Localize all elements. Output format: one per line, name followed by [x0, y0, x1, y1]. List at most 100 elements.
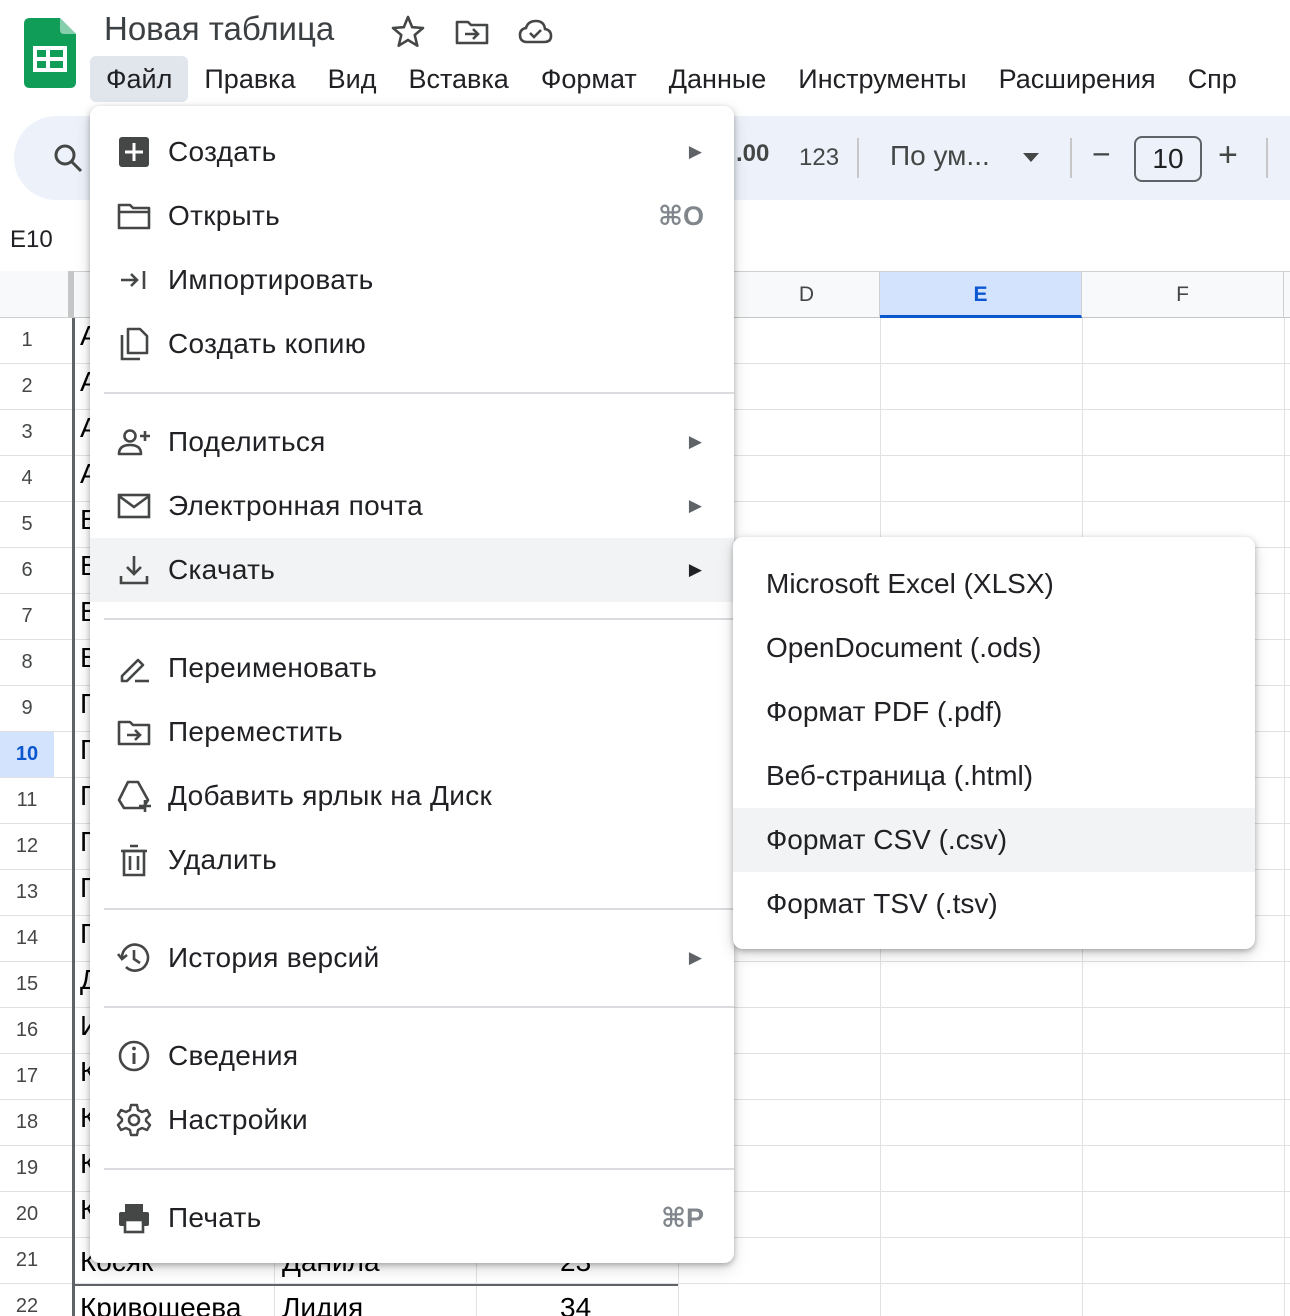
row-header[interactable]: 15	[0, 962, 54, 1007]
dropdown-arrow-icon[interactable]	[1021, 152, 1041, 164]
menu-view[interactable]: Вид	[312, 56, 393, 102]
rename-icon	[120, 658, 149, 683]
row-header-divider	[72, 318, 75, 1316]
row-header[interactable]: 8	[0, 640, 54, 685]
new-sheet-icon	[119, 137, 149, 167]
column-header-d[interactable]: D	[734, 272, 880, 318]
cell-c22[interactable]: 34	[560, 1292, 670, 1316]
menu-edit[interactable]: Правка	[188, 56, 311, 102]
menu-item-add-drive-shortcut[interactable]: Добавить ярлык на Диск	[90, 764, 734, 828]
row-header[interactable]: 9	[0, 686, 54, 731]
menu-item-settings[interactable]: Настройки	[90, 1088, 734, 1152]
row-header[interactable]: 6	[0, 548, 54, 593]
document-title[interactable]: Новая таблица	[104, 10, 334, 48]
row-header[interactable]: 19	[0, 1146, 54, 1191]
row-header[interactable]: 16	[0, 1008, 54, 1053]
menu-format[interactable]: Формат	[525, 56, 653, 102]
increase-decimal-button[interactable]: .00	[736, 140, 769, 168]
row-header[interactable]: 17	[0, 1054, 54, 1099]
submenu-arrow-icon: ▶	[688, 432, 702, 451]
row-header[interactable]: 7	[0, 594, 54, 639]
row-header[interactable]: 21	[0, 1238, 54, 1283]
info-icon	[118, 1040, 150, 1072]
font-selector[interactable]: По ум...	[890, 140, 990, 172]
decimal-label: .00	[736, 140, 770, 167]
history-icon	[116, 943, 150, 972]
font-size-input[interactable]: 10	[1134, 136, 1202, 182]
menu-insert[interactable]: Вставка	[392, 56, 524, 102]
download-html[interactable]: Веб-страница (.html)	[733, 744, 1255, 808]
menu-item-new[interactable]: Создать ▶	[90, 120, 734, 184]
download-tsv[interactable]: Формат TSV (.tsv)	[733, 872, 1255, 936]
menu-item-move[interactable]: Переместить	[90, 700, 734, 764]
row-header[interactable]: 13	[0, 870, 54, 915]
move-folder-icon[interactable]	[454, 14, 490, 50]
select-all-corner[interactable]	[0, 271, 74, 318]
submenu-arrow-icon: ▶	[688, 496, 702, 515]
number-format-button[interactable]: 123	[799, 144, 839, 172]
menu-item-download[interactable]: Скачать ▶	[90, 538, 734, 602]
copy-icon	[120, 327, 149, 361]
menu-data[interactable]: Данные	[653, 56, 783, 102]
cell-b22[interactable]: Лидия	[282, 1292, 472, 1316]
row-header[interactable]: 11	[0, 778, 54, 823]
share-person-icon	[117, 429, 150, 456]
column-header-f[interactable]: F	[1082, 272, 1284, 318]
menu-separator	[104, 392, 734, 394]
menu-item-share[interactable]: Поделиться ▶	[90, 410, 734, 474]
settings-gear-icon	[116, 1103, 152, 1137]
menu-item-details[interactable]: Сведения	[90, 1024, 734, 1088]
menu-item-import[interactable]: Импортировать	[90, 248, 734, 312]
menu-file[interactable]: Файл	[90, 56, 189, 102]
menu-item-version-history[interactable]: История версий ▶	[90, 926, 734, 990]
download-ods[interactable]: OpenDocument (.ods)	[733, 616, 1255, 680]
decrease-font-size-button[interactable]: −	[1092, 136, 1111, 173]
sheets-logo-icon[interactable]	[24, 18, 76, 88]
row-header[interactable]: 3	[0, 410, 54, 455]
search-icon[interactable]	[52, 142, 84, 174]
download-icon	[119, 556, 149, 585]
row-header[interactable]: 5	[0, 502, 54, 547]
row-header[interactable]: 4	[0, 456, 54, 501]
row-header[interactable]: 2	[0, 364, 54, 409]
menu-item-rename[interactable]: Переименовать	[90, 636, 734, 700]
row-header[interactable]: 1	[0, 318, 54, 363]
email-icon	[117, 493, 151, 519]
row-header[interactable]: 12	[0, 824, 54, 869]
download-csv[interactable]: Формат CSV (.csv)	[733, 808, 1255, 872]
row-header[interactable]: 18	[0, 1100, 54, 1145]
menu-bar: Файл Правка Вид Вставка Формат Данные Инструме…	[90, 56, 1253, 102]
submenu-arrow-icon: ▶	[688, 560, 702, 579]
shortcut-print: ⌘P	[660, 1203, 704, 1233]
menu-extensions[interactable]: Расширения	[983, 56, 1172, 102]
table-border	[74, 1284, 678, 1286]
drive-shortcut-icon	[117, 780, 151, 812]
toolbar-divider	[1070, 138, 1072, 178]
menu-item-open[interactable]: Открыть ⌘O	[90, 184, 734, 248]
menu-tools[interactable]: Инструменты	[782, 56, 982, 102]
download-pdf[interactable]: Формат PDF (.pdf)	[733, 680, 1255, 744]
row-header[interactable]: 14	[0, 916, 54, 961]
folder-open-icon	[117, 203, 151, 230]
toolbar-divider	[1266, 138, 1268, 178]
move-folder-icon	[117, 720, 151, 746]
row-header[interactable]: 10	[0, 732, 54, 777]
cloud-saved-icon[interactable]	[517, 14, 553, 50]
menu-help[interactable]: Спр	[1172, 56, 1253, 102]
row-header[interactable]: 22	[0, 1284, 54, 1316]
print-icon	[119, 1204, 149, 1234]
menu-item-delete[interactable]: Удалить	[90, 828, 734, 892]
cell-a22[interactable]: Кривошеева	[80, 1292, 270, 1316]
shortcut-open: ⌘O	[657, 201, 704, 231]
menu-item-copy[interactable]: Создать копию	[90, 312, 734, 376]
menu-item-print[interactable]: Печать ⌘P	[90, 1186, 734, 1250]
row-header[interactable]: 20	[0, 1192, 54, 1237]
name-box[interactable]: E10	[10, 226, 53, 254]
grid-line	[1284, 318, 1285, 1316]
column-header-e[interactable]: E	[880, 272, 1082, 318]
submenu-arrow-icon: ▶	[688, 948, 702, 967]
increase-font-size-button[interactable]: +	[1218, 136, 1238, 175]
download-xlsx[interactable]: Microsoft Excel (XLSX)	[733, 552, 1255, 616]
menu-item-email[interactable]: Электронная почта ▶	[90, 474, 734, 538]
star-icon[interactable]	[390, 14, 426, 50]
